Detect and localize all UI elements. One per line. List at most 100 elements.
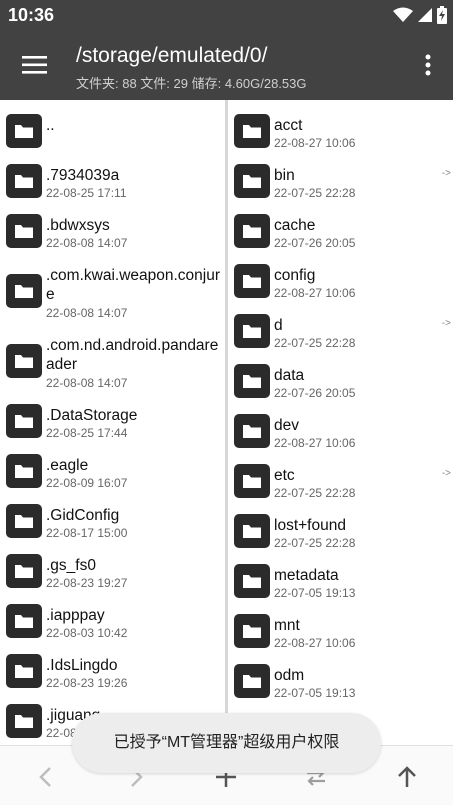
right-file-item[interactable]: etc 22-07-25 22:28 ->	[228, 458, 453, 508]
folder-icon	[234, 514, 270, 548]
folder-icon	[234, 414, 270, 448]
left-file-pane[interactable]: .. .7934039a 22-08-25 17:11 .bdwxsys 22-08-0…	[0, 100, 225, 740]
file-name: .eagle	[46, 457, 89, 474]
more-options-icon[interactable]	[423, 52, 433, 78]
left-file-item[interactable]: .IdsLingdo 22-08-23 19:26	[0, 648, 225, 698]
folder-icon	[234, 314, 270, 348]
right-file-item[interactable]: odm 22-07-05 19:13	[228, 658, 453, 708]
file-date: 22-07-26 20:05	[274, 386, 356, 400]
left-file-item[interactable]: .bdwxsys 22-08-08 14:07	[0, 208, 225, 258]
file-date: 22-07-25 22:28	[274, 536, 356, 550]
file-date: 22-08-09 16:07	[46, 476, 128, 490]
file-date: 22-08-08 14:07	[46, 306, 128, 320]
folder-icon	[234, 164, 270, 198]
file-date: 22-08-27 10:06	[274, 136, 356, 150]
symlink-indicator: ->	[441, 318, 451, 329]
right-file-item[interactable]: bin 22-07-25 22:28 ->	[228, 158, 453, 208]
folder-icon	[6, 344, 42, 378]
right-file-item[interactable]: acct 22-08-27 10:06	[228, 108, 453, 158]
hamburger-menu-icon[interactable]	[20, 52, 50, 78]
current-path[interactable]: /storage/emulated/0/	[76, 44, 267, 68]
file-name: bin	[274, 167, 295, 184]
file-name: d	[274, 317, 283, 334]
left-file-item[interactable]: .com.kwai.weapon.conjure 22-08-08 14:07	[0, 258, 225, 320]
wifi-icon	[393, 7, 413, 22]
folder-icon	[6, 604, 42, 638]
file-date: 22-08-08 14:07	[46, 236, 128, 250]
file-date: 22-08-03 10:42	[46, 626, 128, 640]
file-name: acct	[274, 117, 303, 134]
file-name: odm	[274, 667, 305, 684]
file-name: dev	[274, 417, 299, 434]
file-name: .GidConfig	[46, 507, 120, 524]
file-date: 22-08-27 10:06	[274, 636, 356, 650]
folder-icon	[6, 114, 42, 148]
symlink-indicator: ->	[441, 468, 451, 479]
folder-icon	[234, 664, 270, 698]
file-date: 22-08-25 17:44	[46, 426, 128, 440]
file-date: 22-08-23 19:27	[46, 576, 128, 590]
folder-icon	[234, 464, 270, 498]
right-file-item[interactable]: dev 22-08-27 10:06	[228, 408, 453, 458]
file-date: 22-07-25 22:28	[274, 336, 356, 350]
status-bar: 10:36	[0, 0, 453, 32]
file-name: .gs_fs0	[46, 557, 96, 574]
left-file-item[interactable]: ..	[0, 108, 225, 158]
file-date: 22-07-25 22:28	[274, 186, 356, 200]
file-name: .iapppay	[46, 607, 105, 624]
file-name: .DataStorage	[46, 407, 138, 424]
right-file-item[interactable]: config 22-08-27 10:06	[228, 258, 453, 308]
file-name: .com.kwai.weapon.conjure	[46, 267, 221, 303]
symlink-indicator: ->	[441, 168, 451, 179]
left-file-item[interactable]: .com.nd.android.pandareader 22-08-08 14:0…	[0, 328, 225, 390]
file-date: 22-08-17 15:00	[46, 526, 128, 540]
folder-icon	[234, 214, 270, 248]
battery-icon	[437, 6, 447, 24]
right-file-item[interactable]: d 22-07-25 22:28 ->	[228, 308, 453, 358]
file-name: metadata	[274, 567, 339, 584]
left-file-item[interactable]: .eagle 22-08-09 16:07	[0, 448, 225, 498]
file-date: 22-08-27 10:06	[274, 286, 356, 300]
right-file-item[interactable]: data 22-07-26 20:05	[228, 358, 453, 408]
right-file-pane[interactable]: acct 22-08-27 10:06 bin 22-07-25 22:28 -> cac…	[228, 100, 453, 740]
folder-icon	[6, 704, 42, 738]
left-file-item[interactable]: .7934039a 22-08-25 17:11	[0, 158, 225, 208]
file-date: 22-08-25 17:11	[46, 186, 127, 200]
back-arrow-icon[interactable]	[33, 764, 59, 790]
folder-icon	[234, 364, 270, 398]
file-date: 22-07-05 19:13	[274, 686, 356, 700]
folder-icon	[6, 274, 42, 308]
folder-icon	[6, 504, 42, 538]
file-name: .7934039a	[46, 167, 120, 184]
status-time: 10:36	[8, 5, 55, 25]
up-directory-icon[interactable]	[394, 764, 420, 790]
file-date: 22-07-25 22:28	[274, 486, 356, 500]
folder-icon	[234, 264, 270, 298]
right-file-item[interactable]: cache 22-07-26 20:05	[228, 208, 453, 258]
left-file-item[interactable]: .GidConfig 22-08-17 15:00	[0, 498, 225, 548]
left-file-item[interactable]: .gs_fs0 22-08-23 19:27	[0, 548, 225, 598]
folder-icon	[234, 564, 270, 598]
right-file-item[interactable]: lost+found 22-07-25 22:28	[228, 508, 453, 558]
file-date: 22-08-23 19:26	[46, 676, 128, 690]
file-date: 22-08-27 10:06	[274, 436, 356, 450]
file-name: .bdwxsys	[46, 217, 110, 234]
file-date: 22-08-08 14:07	[46, 376, 128, 390]
file-name: .IdsLingdo	[46, 657, 118, 674]
folder-icon	[6, 404, 42, 438]
folder-icon	[234, 614, 270, 648]
right-file-item[interactable]: mnt 22-08-27 10:06	[228, 608, 453, 658]
file-date: 22-07-05 19:13	[274, 586, 356, 600]
right-file-item[interactable]: metadata 22-07-05 19:13	[228, 558, 453, 608]
left-file-item[interactable]: .DataStorage 22-08-25 17:44	[0, 398, 225, 448]
signal-icon	[418, 8, 432, 22]
storage-info: 文件夹: 88 文件: 29 储存: 4.60G/28.53G	[76, 76, 307, 91]
file-name: .com.nd.android.pandareader	[46, 337, 219, 373]
folder-icon	[234, 114, 270, 148]
folder-icon	[6, 214, 42, 248]
file-name: ..	[46, 117, 55, 134]
toolbar: /storage/emulated/0/ 文件夹: 88 文件: 29 储存: …	[0, 32, 453, 100]
file-name: data	[274, 367, 305, 384]
folder-icon	[6, 654, 42, 688]
left-file-item[interactable]: .iapppay 22-08-03 10:42	[0, 598, 225, 648]
